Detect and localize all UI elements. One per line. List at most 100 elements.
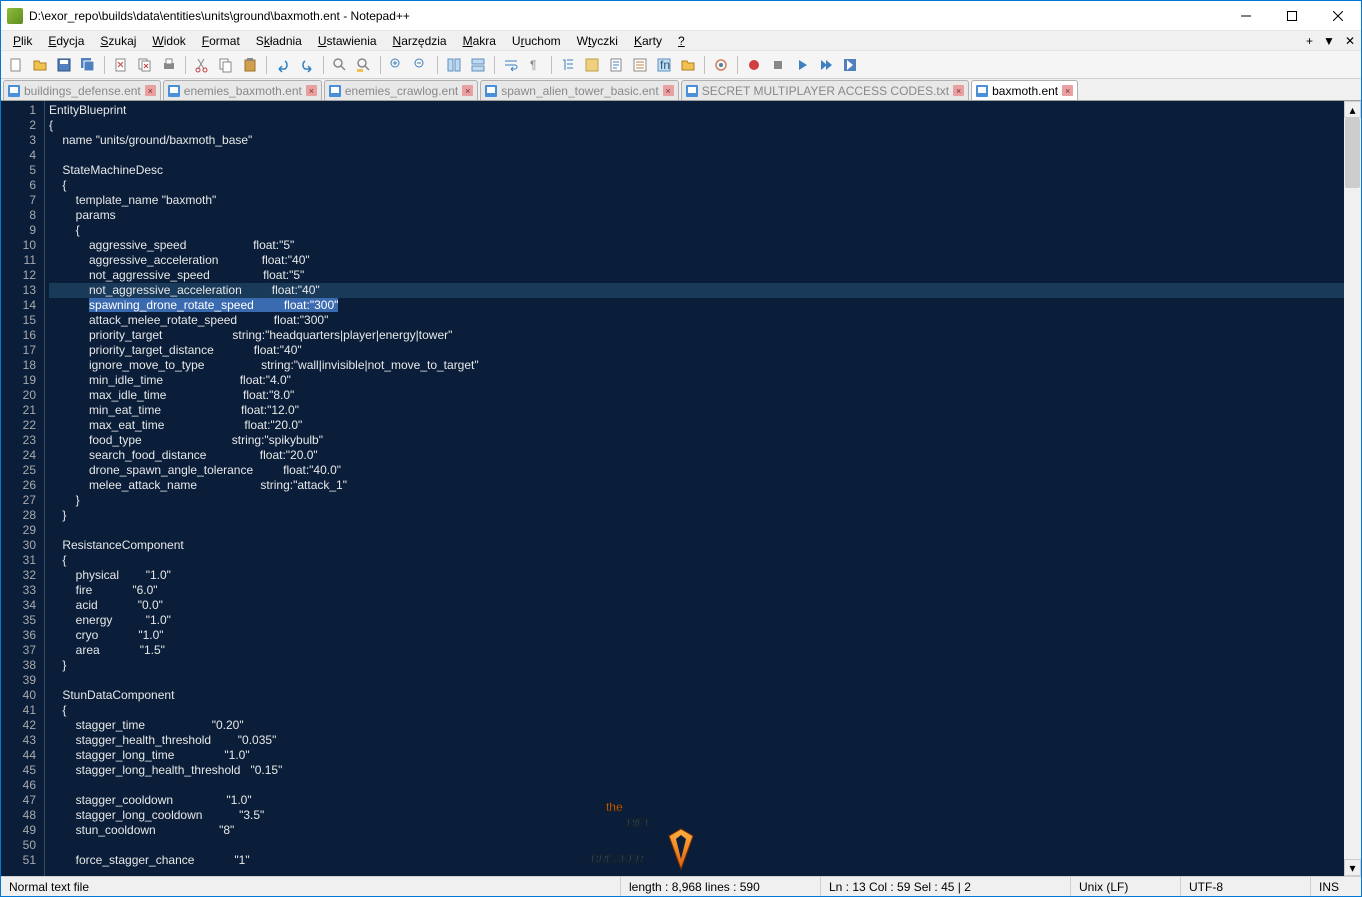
cut-icon[interactable] [191,54,213,76]
code-line[interactable]: food_type string:"spikybulb" [49,433,1344,448]
tab-enemies-crawlog[interactable]: enemies_crawlog.ent× [324,80,478,100]
code-line[interactable]: name "units/ground/baxmoth_base" [49,133,1344,148]
folder-workspace-icon[interactable] [677,54,699,76]
code-line[interactable]: melee_attack_name string:"attack_1" [49,478,1344,493]
menu-wtyczki[interactable]: Wtyczki [569,32,626,50]
editor[interactable]: 1234567891011121314151617181920212223242… [1,101,1361,876]
code-line[interactable]: min_eat_time float:"12.0" [49,403,1344,418]
scroll-up-icon[interactable]: ▴ [1344,101,1361,118]
code-line[interactable]: not_aggressive_speed float:"5" [49,268,1344,283]
scroll-thumb[interactable] [1345,118,1360,188]
code-line[interactable] [49,838,1344,853]
code-line[interactable]: stagger_long_time "1.0" [49,748,1344,763]
plus-icon[interactable]: + [1306,34,1313,48]
code-line[interactable]: not_aggressive_acceleration float:"40" [49,283,1344,298]
scroll-track[interactable] [1344,118,1361,859]
code-line[interactable]: { [49,178,1344,193]
print-icon[interactable] [158,54,180,76]
close-all-icon[interactable] [134,54,156,76]
tab-close-icon[interactable]: × [145,85,156,96]
code-line[interactable]: { [49,553,1344,568]
code-line[interactable]: StateMachineDesc [49,163,1344,178]
sync-h-icon[interactable] [467,54,489,76]
tab-close-icon[interactable]: × [306,85,317,96]
code-line[interactable]: acid "0.0" [49,598,1344,613]
tab-close-icon[interactable]: × [462,85,473,96]
code-line[interactable]: ignore_move_to_type string:"wall|invisib… [49,358,1344,373]
code-line[interactable] [49,148,1344,163]
code-line[interactable]: template_name "baxmoth" [49,193,1344,208]
tab-close-icon[interactable]: × [663,85,674,96]
code-line[interactable]: stagger_health_threshold "0.035" [49,733,1344,748]
minimize-button[interactable] [1223,1,1269,31]
x-icon[interactable]: ✕ [1345,34,1355,48]
code-line[interactable]: max_idle_time float:"8.0" [49,388,1344,403]
code-line[interactable]: min_idle_time float:"4.0" [49,373,1344,388]
tab-spawn-alien-tower[interactable]: spawn_alien_tower_basic.ent× [480,80,678,100]
code-line[interactable] [49,673,1344,688]
code-line[interactable]: drone_spawn_angle_tolerance float:"40.0" [49,463,1344,478]
paste-icon[interactable] [239,54,261,76]
code-line[interactable]: max_eat_time float:"20.0" [49,418,1344,433]
code-line[interactable]: spawning_drone_rotate_speed float:"300" [49,298,1344,313]
code-line[interactable]: { [49,703,1344,718]
indent-guide-icon[interactable] [557,54,579,76]
code-line[interactable]: stagger_time "0.20" [49,718,1344,733]
tab-close-icon[interactable]: × [1062,85,1073,96]
code-line[interactable]: } [49,508,1344,523]
code-line[interactable]: priority_target_distance float:"40" [49,343,1344,358]
save-all-icon[interactable] [77,54,99,76]
code-line[interactable]: energy "1.0" [49,613,1344,628]
play-multi-icon[interactable] [815,54,837,76]
tab-buildings-defense[interactable]: buildings_defense.ent× [3,80,161,100]
code-line[interactable]: stagger_long_health_threshold "0.15" [49,763,1344,778]
doc-map-icon[interactable] [605,54,627,76]
zoom-out-icon[interactable] [410,54,432,76]
code-line[interactable]: stun_cooldown "8" [49,823,1344,838]
copy-icon[interactable] [215,54,237,76]
menu-narzedzia[interactable]: Narzędzia [385,32,455,50]
code-line[interactable]: force_stagger_chance "1" [49,853,1344,868]
menu-karty[interactable]: Karty [626,32,670,50]
menu-szukaj[interactable]: Szukaj [92,32,144,50]
menu-widok[interactable]: Widok [144,32,193,50]
record-icon[interactable] [743,54,765,76]
tab-secret-codes[interactable]: SECRET MULTIPLAYER ACCESS CODES.txt× [681,80,969,100]
monitor-icon[interactable] [710,54,732,76]
menu-edycja[interactable]: Edycja [40,32,92,50]
menu-format[interactable]: Format [194,32,248,50]
code-line[interactable]: search_food_distance float:"20.0" [49,448,1344,463]
open-file-icon[interactable] [29,54,51,76]
code-line[interactable]: EntityBlueprint [49,103,1344,118]
code-line[interactable]: { [49,223,1344,238]
close-file-icon[interactable] [110,54,132,76]
code-line[interactable]: physical "1.0" [49,568,1344,583]
doc-list-icon[interactable] [629,54,651,76]
menu-makra[interactable]: Makra [455,32,504,50]
scroll-down-icon[interactable]: ▾ [1344,859,1361,876]
vertical-scrollbar[interactable]: ▴ ▾ [1344,101,1361,876]
play-icon[interactable] [791,54,813,76]
code-line[interactable]: } [49,658,1344,673]
function-list-icon[interactable]: fn [653,54,675,76]
menu-uruchom[interactable]: Uruchom [504,32,569,50]
code-line[interactable]: attack_melee_rotate_speed float:"300" [49,313,1344,328]
code-line[interactable]: StunDataComponent [49,688,1344,703]
code-line[interactable] [49,523,1344,538]
code-line[interactable] [49,778,1344,793]
code-line[interactable]: aggressive_acceleration float:"40" [49,253,1344,268]
tab-close-icon[interactable]: × [953,85,964,96]
zoom-in-icon[interactable] [386,54,408,76]
find-icon[interactable] [329,54,351,76]
code-line[interactable]: area "1.5" [49,643,1344,658]
code-line[interactable]: { [49,118,1344,133]
user-lang-icon[interactable] [581,54,603,76]
code-area[interactable]: EntityBlueprint{ name "units/ground/baxm… [45,101,1344,876]
menu-skladnia[interactable]: Składnia [248,32,310,50]
menu-ustawienia[interactable]: Ustawienia [310,32,385,50]
save-icon[interactable] [53,54,75,76]
save-macro-icon[interactable] [839,54,861,76]
replace-icon[interactable] [353,54,375,76]
close-button[interactable] [1315,1,1361,31]
code-line[interactable]: stagger_long_cooldown "3.5" [49,808,1344,823]
